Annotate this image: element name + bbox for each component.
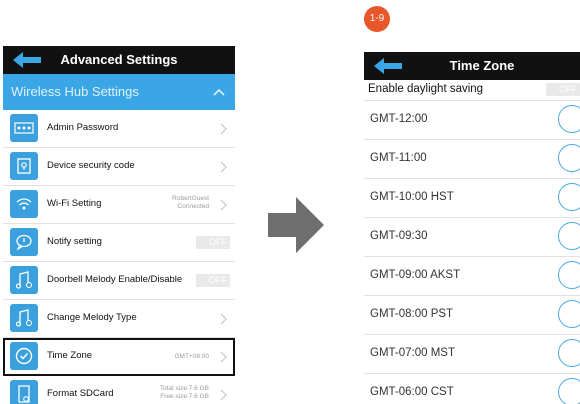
format-sdcard-row[interactable]: Format SDCard Total size:7.6 GB Free siz… [3, 376, 235, 404]
time-zone-row[interactable]: Time Zone GMT+08:00 [3, 338, 235, 376]
time-zone-label: GMT-12:00 [370, 113, 428, 125]
step-badge: 1-9 [364, 6, 390, 32]
device-security-code-row[interactable]: Device security code [3, 148, 235, 186]
time-zone-option[interactable]: GMT-06:00 CST [364, 374, 580, 404]
check-circle-icon [10, 342, 38, 370]
header-bar: Time Zone [364, 52, 580, 80]
admin-password-row[interactable]: Admin Password [3, 110, 235, 148]
radio-button[interactable] [558, 105, 580, 133]
section-header-wireless-hub[interactable]: Wireless Hub Settings [3, 74, 235, 110]
doorbell-melody-toggle[interactable]: OFF [196, 274, 230, 287]
row-label: Doorbell Melody Enable/Disable [47, 274, 183, 285]
row-label: Wi-Fi Setting [47, 198, 102, 209]
time-zone-label: GMT-08:00 PST [370, 308, 454, 320]
time-zone-option[interactable]: GMT-10:00 HST [364, 179, 580, 218]
time-zone-label: GMT-06:00 CST [370, 386, 454, 398]
chevron-right-icon [220, 123, 227, 135]
chevron-right-icon [220, 389, 227, 401]
doorbell-melody-row: Doorbell Melody Enable/Disable OFF [3, 262, 235, 300]
time-zone-option[interactable]: GMT-07:00 MST [364, 335, 580, 374]
chevron-right-icon [220, 313, 227, 325]
row-label: Device security code [47, 160, 135, 171]
next-step-arrow-icon [268, 197, 324, 253]
wifi-status: RobertGuest Connected [172, 195, 209, 211]
time-zone-label: GMT-11:00 [370, 152, 427, 164]
dots-icon [10, 114, 38, 142]
time-zone-value: GMT+08:00 [174, 353, 209, 360]
time-zone-screen: Time Zone Enable daylight saving OFF GMT… [364, 52, 580, 404]
row-label: Admin Password [47, 122, 119, 133]
radio-button[interactable] [558, 300, 580, 328]
radio-button[interactable] [558, 183, 580, 211]
notify-toggle[interactable]: OFF [196, 236, 230, 249]
page-title: Time Zone [449, 58, 515, 73]
sdcard-sizes: Total size:7.6 GB Free size:7.6 GB [160, 385, 209, 401]
chat-bubble-icon [10, 228, 38, 256]
sdcard-total-size: Total size:7.6 GB [159, 385, 209, 392]
daylight-saving-toggle[interactable]: OFF [546, 83, 580, 96]
daylight-saving-row: Enable daylight saving OFF [364, 80, 580, 101]
chevron-right-icon [220, 351, 227, 363]
radio-button[interactable] [558, 222, 580, 250]
time-zone-label: GMT-09:30 [370, 230, 428, 242]
radio-button[interactable] [558, 378, 580, 404]
change-melody-type-row[interactable]: Change Melody Type [3, 300, 235, 338]
header-bar: Advanced Settings [3, 46, 235, 74]
radio-button[interactable] [558, 261, 580, 289]
wifi-icon [10, 190, 38, 218]
row-label: Format SDCard [47, 388, 114, 399]
radio-button[interactable] [558, 144, 580, 172]
wifi-network-name: RobertGuest [172, 195, 209, 202]
section-label: Wireless Hub Settings [11, 84, 139, 99]
notify-setting-row: Notify setting OFF [3, 224, 235, 262]
radio-button[interactable] [558, 339, 580, 367]
daylight-saving-label: Enable daylight saving [368, 83, 484, 95]
time-zone-label: GMT-09:00 AKST [370, 269, 461, 281]
time-zone-option[interactable]: GMT-12:00 [364, 101, 580, 140]
time-zone-option[interactable]: GMT-11:00 [364, 140, 580, 179]
time-zone-label: GMT-07:00 MST [370, 347, 455, 359]
chevron-right-icon [220, 161, 227, 173]
row-label: Time Zone [47, 350, 93, 361]
music-note-gear-icon [10, 266, 38, 294]
chevron-up-icon [213, 88, 225, 96]
sdcard-free-size: Free size:7.6 GB [160, 393, 209, 400]
time-zone-option[interactable]: GMT-08:00 PST [364, 296, 580, 335]
time-zone-option[interactable]: GMT-09:30 [364, 218, 580, 257]
row-label: Notify setting [47, 236, 102, 247]
row-label: Change Melody Type [47, 312, 137, 323]
time-zone-option[interactable]: GMT-09:00 AKST [364, 257, 580, 296]
advanced-settings-screen: Advanced Settings Wireless Hub Settings … [3, 46, 235, 404]
music-note-gear-icon [10, 304, 38, 332]
wifi-connection-state: Connected [177, 203, 209, 210]
chevron-right-icon [220, 199, 227, 211]
time-zone-label: GMT-10:00 HST [370, 191, 454, 203]
sdcard-icon [10, 380, 38, 404]
lock-icon [10, 152, 38, 180]
wifi-setting-row[interactable]: Wi-Fi Setting RobertGuest Connected [3, 186, 235, 224]
page-title: Advanced Settings [60, 52, 178, 67]
